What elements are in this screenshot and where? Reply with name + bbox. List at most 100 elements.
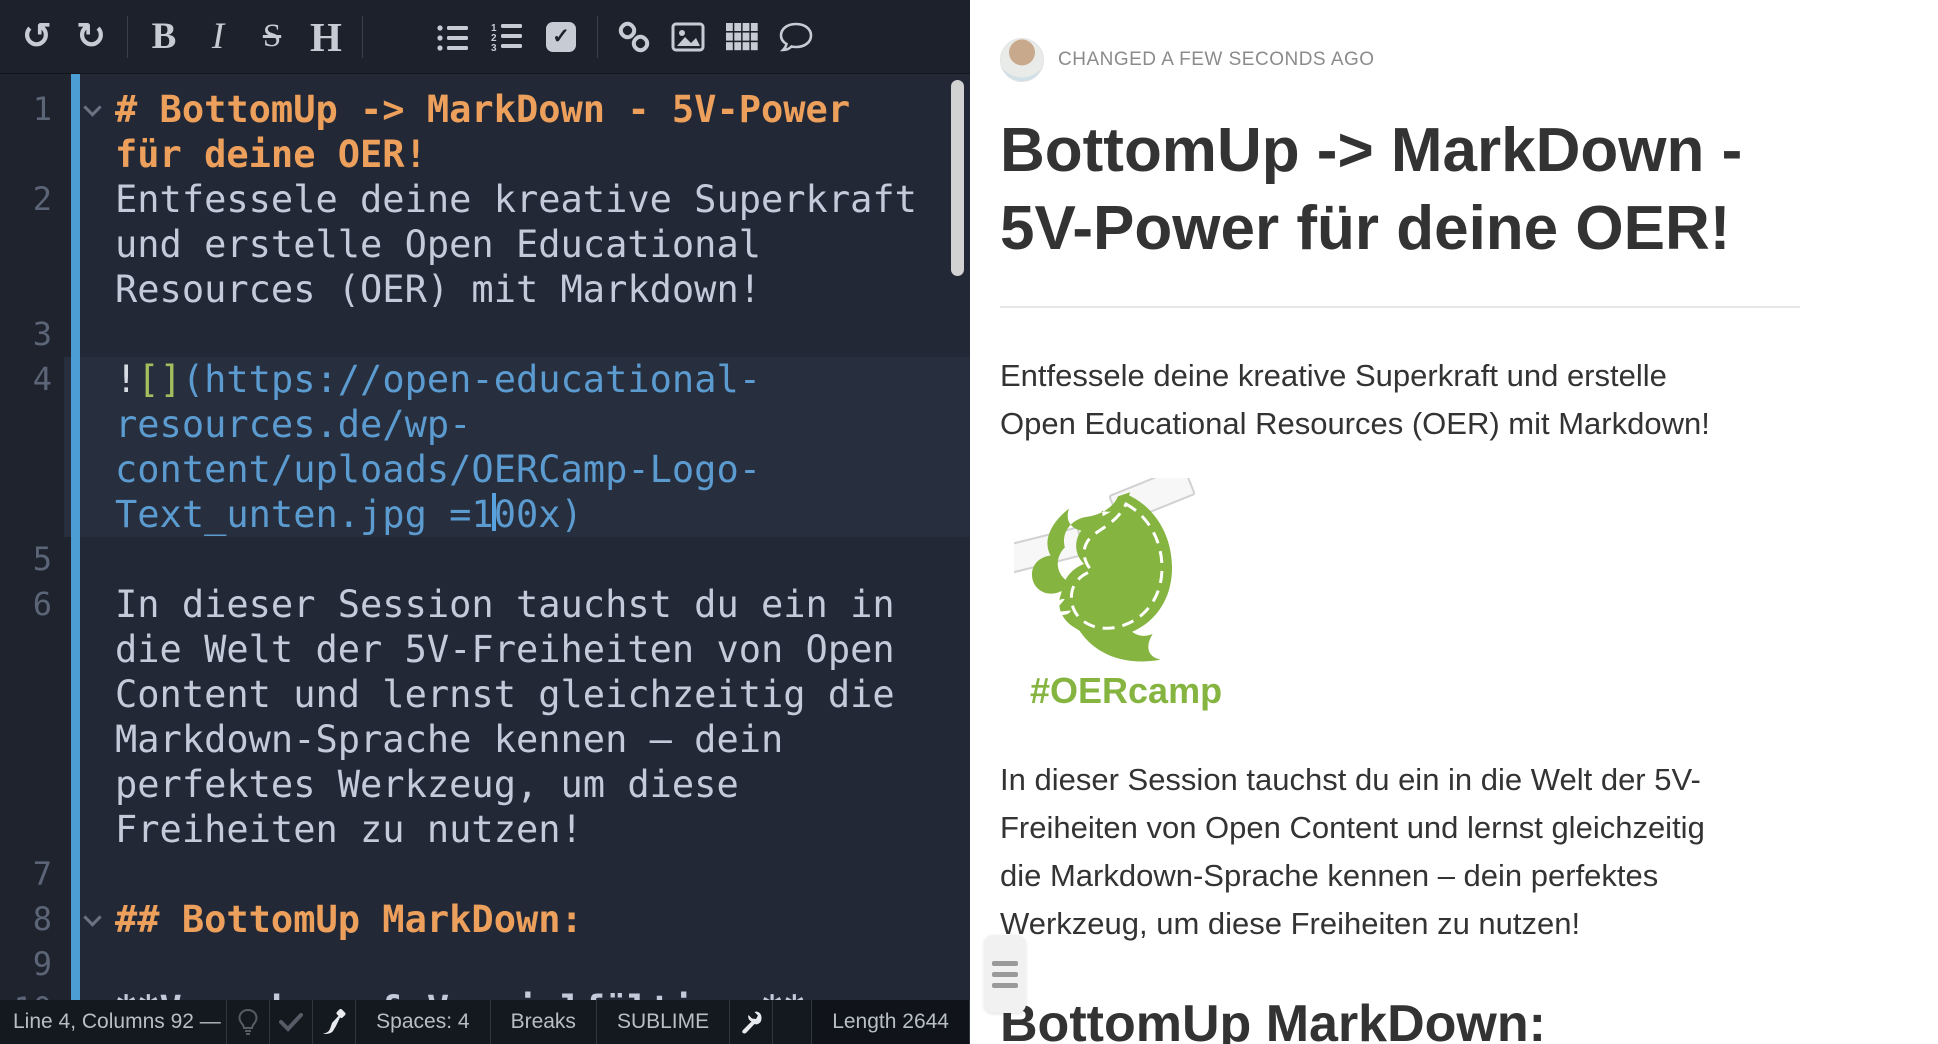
image-icon[interactable]: [661, 13, 715, 61]
keymap-setting[interactable]: SUBLIME: [597, 1000, 730, 1044]
code-token: resources.de/wp-: [115, 403, 471, 446]
code-text: die Welt der 5V-Freiheiten von Open: [115, 628, 895, 671]
oercamp-logo-image: ✂ #OERcamp: [1014, 478, 1214, 712]
heading-icon[interactable]: H: [299, 13, 353, 61]
linebreak-setting[interactable]: Breaks: [491, 1000, 597, 1044]
line-number: 8: [0, 897, 52, 942]
editor-row: 5: [0, 537, 970, 582]
gutter-change-stripe: [71, 74, 80, 1000]
code-token: []: [137, 358, 182, 401]
fold-chevron-icon[interactable]: [83, 908, 101, 926]
table-icon[interactable]: [715, 13, 769, 61]
section-heading: BottomUp MarkDown:: [1000, 994, 1820, 1044]
code-text: ## BottomUp MarkDown:: [115, 898, 583, 941]
wrench-icon[interactable]: [730, 1000, 773, 1044]
checkbox-icon[interactable]: ✓: [534, 13, 588, 61]
indent-setting[interactable]: Spaces: 4: [356, 1000, 490, 1044]
editor-pane: ↺↻ BISH 123✓ 1 # BottomUp -> MarkDown - 5V-…: [0, 0, 970, 1044]
code-token: !: [115, 358, 137, 401]
editor-toolbar: ↺↻ BISH 123✓: [0, 0, 970, 74]
code-text: Freiheiten zu nutzen!: [115, 808, 583, 851]
editor-rows: 1 # BottomUp -> MarkDown - 5V-Powerfür de…: [0, 87, 970, 1000]
redo-icon[interactable]: ↻: [64, 13, 118, 61]
markdown-editor-app: ↺↻ BISH 123✓ 1 # BottomUp -> MarkDown - 5V-…: [0, 0, 1938, 1044]
code-token: (https://open-educational-: [182, 358, 761, 401]
editor-row: 1 # BottomUp -> MarkDown - 5V-Power: [0, 87, 970, 132]
toolbar-separator: [362, 16, 363, 58]
preview-header: CHANGED A FEW SECONDS AGO: [1000, 30, 1938, 90]
code-text: Content und lernst gleichzeitig die: [115, 673, 895, 716]
editor-row: resources.de/wp-: [0, 402, 970, 447]
italic-icon[interactable]: I: [191, 13, 245, 61]
editor-row: 10 **Verwahren & Vervielfältigen**: [0, 987, 970, 1000]
line-number: 3: [0, 312, 52, 357]
fold-chevron-icon[interactable]: [83, 98, 101, 116]
markdown-source-editor[interactable]: 1 # BottomUp -> MarkDown - 5V-Powerfür de…: [0, 74, 970, 1000]
editor-row: für deine OER!: [0, 132, 970, 177]
author-avatar[interactable]: [1000, 38, 1044, 82]
undo-icon[interactable]: ↺: [10, 13, 64, 61]
cursor-position: Line 4, Columns 92 — 21: [0, 1000, 227, 1044]
unordered-list-icon[interactable]: [426, 13, 480, 61]
split-drag-handle[interactable]: [984, 935, 1026, 1013]
code-text: Resources (OER) mit Markdown!: [115, 268, 761, 311]
code-text: Entfessele deine kreative Superkraft: [115, 178, 917, 221]
line-number: 7: [0, 852, 52, 897]
editor-scrollbar-thumb[interactable]: [951, 80, 964, 276]
code-text: Markdown-Sprache kennen – dein: [115, 718, 783, 761]
code-icon[interactable]: [372, 13, 426, 61]
code-text: **Verwahren & Vervielfältigen**: [115, 988, 806, 1000]
code-text: # BottomUp -> MarkDown - 5V-Power: [115, 88, 850, 131]
comment-icon[interactable]: [769, 13, 823, 61]
link-icon[interactable]: [607, 13, 661, 61]
document-title: BottomUp -> MarkDown - 5V-Power für dein…: [1000, 112, 1800, 308]
editor-row: 9: [0, 942, 970, 987]
line-number: 5: [0, 537, 52, 582]
editor-row: perfektes Werkzeug, um diese: [0, 762, 970, 807]
code-token: content/uploads/OERCamp-Logo-: [115, 448, 761, 491]
line-number: 4: [0, 357, 52, 402]
code-text: und erstelle Open Educational: [115, 223, 761, 266]
code-text: In dieser Session tauchst du ein in: [115, 583, 895, 626]
preview-content: CHANGED A FEW SECONDS AGO Bo: [970, 0, 1820, 1044]
intro-paragraph: Entfessele deine kreative Superkraft und…: [1000, 352, 1810, 448]
oercamp-logo-caption: #OERcamp: [1030, 670, 1214, 712]
line-number: 9: [0, 942, 52, 987]
editor-row: Markdown-Sprache kennen – dein: [0, 717, 970, 762]
line-number: 10: [0, 987, 52, 1000]
editor-row: 8 ## BottomUp MarkDown:: [0, 897, 970, 942]
ordered-list-icon[interactable]: 123: [480, 13, 534, 61]
check-icon[interactable]: [270, 1000, 313, 1044]
grip-line: [992, 961, 1018, 966]
strikethrough-icon[interactable]: S: [245, 13, 299, 61]
bold-icon[interactable]: B: [137, 13, 191, 61]
code-token: Text_unten.jpg =1: [115, 493, 494, 536]
line-number: 2: [0, 177, 52, 222]
grip-line: [992, 983, 1018, 988]
preview-pane: CHANGED A FEW SECONDS AGO Bo: [970, 0, 1938, 1044]
line-number: 6: [0, 582, 52, 627]
code-text: für deine OER!: [115, 133, 427, 176]
editor-row: und erstelle Open Educational: [0, 222, 970, 267]
code-token: 00x): [494, 493, 583, 536]
line-number: 1: [0, 87, 52, 132]
editor-row: 4![](https://open-educational-: [0, 357, 970, 402]
editor-row: 2 Entfessele deine kreative Superkraft: [0, 177, 970, 222]
editor-row: Text_unten.jpg =100x): [0, 492, 970, 537]
editor-row: 6 In dieser Session tauchst du ein in: [0, 582, 970, 627]
editor-row: Resources (OER) mit Markdown!: [0, 267, 970, 312]
editor-row: 3: [0, 312, 970, 357]
toolbar-separator: [597, 16, 598, 58]
session-paragraph: In dieser Session tauchst du ein in die …: [1000, 756, 1810, 948]
grip-line: [992, 972, 1018, 977]
editor-row: Content und lernst gleichzeitig die: [0, 672, 970, 717]
doc-length: Length 2644: [811, 1000, 970, 1044]
editor-row: content/uploads/OERCamp-Logo-: [0, 447, 970, 492]
editor-statusbar: Line 4, Columns 92 — 21 Spaces: 4BreaksSU…: [0, 1000, 970, 1044]
brush-icon[interactable]: [313, 1000, 356, 1044]
code-text: perfektes Werkzeug, um diese: [115, 763, 739, 806]
last-changed-label[interactable]: CHANGED A FEW SECONDS AGO: [1058, 49, 1375, 71]
lightbulb-icon[interactable]: [227, 1000, 270, 1044]
toolbar-separator: [127, 16, 128, 58]
editor-row: 7: [0, 852, 970, 897]
